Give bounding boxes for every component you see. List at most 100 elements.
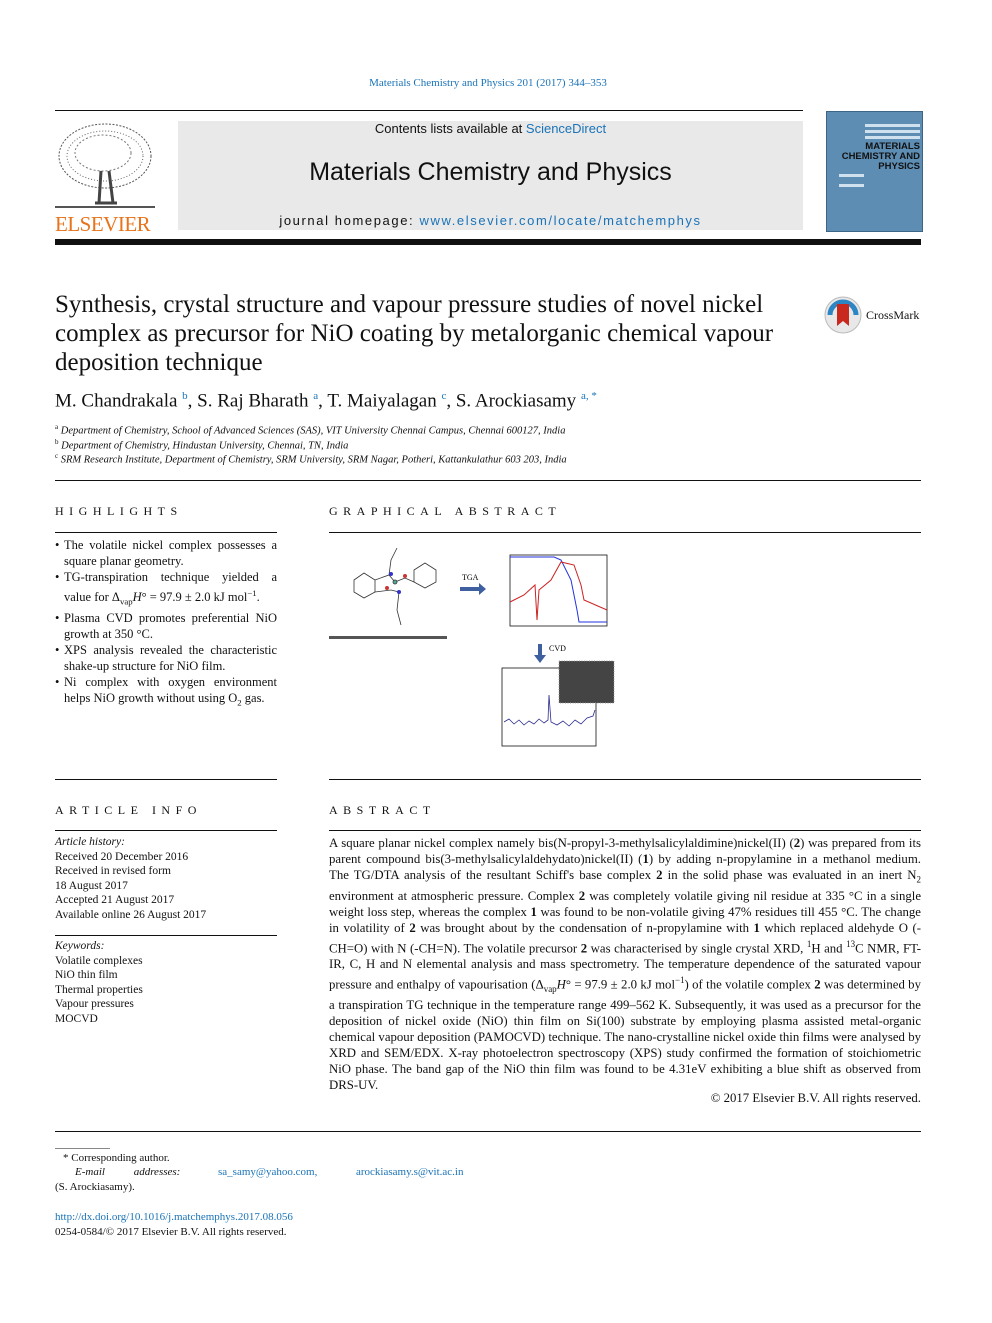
sem-image <box>559 661 614 703</box>
molecule-structure <box>353 547 437 626</box>
author[interactable]: M. Chandrakala <box>55 390 177 411</box>
crossmark-button[interactable]: CrossMark <box>824 296 919 334</box>
history-item: Received 20 December 2016 <box>55 850 189 863</box>
homepage-link[interactable]: www.elsevier.com/locate/matchemphys <box>419 213 701 228</box>
text-segment: environment at atmospheric pressure. Com… <box>329 888 579 903</box>
affil-text: Department of Chemistry, Hindustan Unive… <box>61 440 349 452</box>
text-segment: Plasma CVD promotes preferential NiO gro… <box>64 610 277 641</box>
affil-text: Department of Chemistry, School of Advan… <box>60 425 566 437</box>
journal-cover[interactable]: MATERIALS CHEMISTRY AND PHYSICS <box>826 111 923 232</box>
header-thick-rule <box>55 239 921 245</box>
email-line: E-mail addresses: sa_samy@yahoo.com, aro… <box>75 1166 475 1178</box>
text-segment: vap <box>543 983 557 994</box>
author-list: M. Chandrakala b, S. Raj Bharath a, T. M… <box>55 390 597 412</box>
graphical-abstract-heading: GRAPHICAL ABSTRACT <box>329 504 562 518</box>
author[interactable]: S. Arockiasamy <box>456 390 576 411</box>
history-item: Available online 26 August 2017 <box>55 908 207 921</box>
text-segment: −1 <box>675 974 685 985</box>
divider <box>55 779 277 780</box>
text-segment: gas. <box>241 690 265 705</box>
highlight-item: TG-transpiration technique yielded a val… <box>55 569 277 610</box>
highlights-heading: HIGHLIGHTS <box>55 504 183 518</box>
text-segment: 2 <box>916 874 921 885</box>
divider <box>55 532 277 533</box>
email-owner: (S. Arockiasamy). <box>55 1181 135 1193</box>
affil-mark: a <box>55 423 59 431</box>
text-segment: 13 <box>846 938 856 949</box>
corresponding-note: * Corresponding author. <box>63 1152 170 1164</box>
copyright: © 2017 Elsevier B.V. All rights reserved… <box>710 1091 921 1105</box>
keyword: MOCVD <box>55 1012 98 1025</box>
journal-title: Materials Chemistry and Physics <box>309 158 672 186</box>
crossmark-label: CrossMark <box>866 307 920 322</box>
divider <box>329 779 921 780</box>
text-segment: was brought about by the condensation of… <box>415 920 754 935</box>
author-affil-mark[interactable]: a, * <box>581 390 597 402</box>
author-affil-mark[interactable]: c <box>441 390 446 402</box>
text-segment: A square planar nickel complex namely bi… <box>329 836 794 850</box>
crossmark-icon <box>824 296 862 334</box>
keyword: Vapour pressures <box>55 998 134 1010</box>
history-item: Accepted 21 August 2017 <box>55 894 175 906</box>
author-affil-mark[interactable]: b <box>182 390 188 402</box>
email-link[interactable]: arockiasamy.s@vit.ac.in <box>356 1166 463 1178</box>
affiliation: c SRM Research Institute, Department of … <box>55 452 567 466</box>
cover-title: MATERIALS CHEMISTRY AND PHYSICS <box>841 141 920 172</box>
divider <box>329 532 921 533</box>
text-segment: was determined by a transpiration TG tec… <box>329 977 921 1092</box>
homepage-line: journal homepage: www.elsevier.com/locat… <box>178 213 803 228</box>
abstract-heading: ABSTRACT <box>329 803 436 817</box>
contents-line: Contents lists available at ScienceDirec… <box>178 121 803 136</box>
journal-reference-link[interactable]: Materials Chemistry and Physics 201 (201… <box>0 77 976 89</box>
text-segment: in the solid phase was evaluated in an i… <box>662 868 917 882</box>
affil-text: SRM Research Institute, Department of Ch… <box>60 454 567 466</box>
keyword: NiO thin film <box>55 969 118 981</box>
tga-label: TGA <box>462 573 479 582</box>
highlight-item: Plasma CVD promotes preferential NiO gro… <box>55 610 277 642</box>
highlight-item: The volatile nickel complex possesses a … <box>55 537 277 569</box>
text-segment: H <box>132 590 142 605</box>
text-segment: H <box>556 977 566 992</box>
elsevier-tree-logo <box>55 121 155 216</box>
article-title: Synthesis, crystal structure and vapour … <box>55 291 774 376</box>
email-link[interactable]: sa_samy@yahoo.com, <box>218 1166 317 1178</box>
keywords-label: Keywords: <box>55 940 105 952</box>
tga-plot <box>509 554 608 627</box>
text-segment: . <box>256 590 260 605</box>
text-segment: The volatile nickel complex possesses a … <box>64 538 277 568</box>
contents-prefix: Contents lists available at <box>374 121 526 136</box>
affiliation: a Department of Chemistry, School of Adv… <box>55 423 565 437</box>
header-rule <box>55 110 803 111</box>
issn-line: 0254-0584/© 2017 Elsevier B.V. All right… <box>55 1226 287 1238</box>
text-segment: ° = 97.9 ± 2.0 kJ mol <box>141 590 248 605</box>
arrow-right-icon <box>460 583 486 595</box>
homepage-prefix: journal homepage: <box>279 213 420 228</box>
keywords: Keywords: Volatile complexes NiO thin fi… <box>55 939 143 1026</box>
sciencedirect-link[interactable]: ScienceDirect <box>526 121 606 136</box>
author[interactable]: T. Maiyalagan <box>327 390 436 411</box>
text-segment: vap <box>119 596 133 607</box>
text-segment: was characterised by single crystal XRD, <box>587 940 807 955</box>
elsevier-logo-text: ELSEVIER <box>55 212 151 236</box>
email-label: E-mail addresses: <box>75 1166 181 1178</box>
text-segment: H and <box>811 940 847 955</box>
author-affil-mark[interactable]: a <box>313 390 318 402</box>
author[interactable]: S. Raj Bharath <box>197 390 308 411</box>
text-segment: −1 <box>247 588 257 598</box>
article-history: Article history: Received 20 December 20… <box>55 835 206 922</box>
cvd-label: CVD <box>549 644 566 653</box>
article-info-heading: ARTICLE INFO <box>55 803 202 817</box>
highlight-item: XPS analysis revealed the characteristic… <box>55 642 277 674</box>
affil-mark: c <box>55 452 59 460</box>
abstract-text: A square planar nickel complex namely bi… <box>329 835 921 1093</box>
divider <box>55 935 277 936</box>
footnote-rule <box>55 1148 110 1149</box>
affil-mark: b <box>55 438 59 446</box>
doi-link[interactable]: http://dx.doi.org/10.1016/j.matchemphys.… <box>55 1211 293 1223</box>
journal-banner: Contents lists available at ScienceDirec… <box>178 121 803 230</box>
text-segment: XPS analysis revealed the characteristic… <box>64 642 277 673</box>
history-label: Article history: <box>55 836 125 848</box>
molecule-caption <box>329 636 447 639</box>
affiliation: b Department of Chemistry, Hindustan Uni… <box>55 438 348 452</box>
divider <box>55 480 921 481</box>
